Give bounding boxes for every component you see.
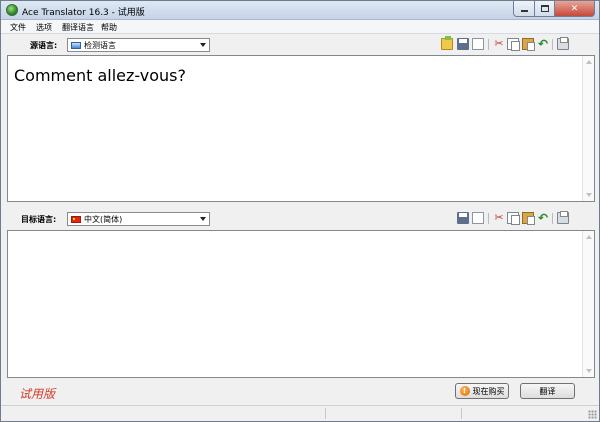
source-toolbar: ✂ ↶	[441, 36, 571, 52]
menu-translate-language[interactable]: 翻译语言	[62, 22, 94, 33]
source-text-area[interactable]: Comment allez-vous?	[7, 55, 595, 202]
minimize-icon	[520, 10, 528, 12]
target-language-label: 目标语言:	[21, 215, 57, 224]
app-globe-icon	[6, 4, 18, 16]
source-scrollbar[interactable]	[582, 56, 594, 201]
open-folder-icon[interactable]	[441, 36, 453, 50]
source-language-row: 源语言: 检测语言 ✂ ↶	[1, 35, 599, 55]
maximize-button[interactable]	[535, 1, 555, 17]
window-controls: ✕	[513, 1, 595, 18]
source-language-value: 检测语言	[84, 41, 116, 50]
cut-icon[interactable]: ✂	[493, 38, 505, 50]
copy-icon[interactable]	[507, 38, 520, 51]
target-toolbar: ✂ ↶	[457, 211, 571, 226]
buy-now-button[interactable]: ! 现在购买	[455, 383, 509, 399]
app-window: Ace Translator 16.3 - 试用版 ✕ 文件 选项 翻译语言 帮…	[0, 0, 600, 422]
menu-bar: 文件 选项 翻译语言 帮助	[1, 20, 599, 34]
source-text: Comment allez-vous?	[14, 66, 186, 85]
scroll-up-icon[interactable]	[586, 235, 592, 239]
translate-button[interactable]: 翻译	[520, 383, 575, 399]
print-icon[interactable]	[557, 37, 569, 50]
source-language-select[interactable]: 检测语言	[67, 38, 210, 52]
resize-grip-icon[interactable]	[588, 410, 597, 419]
paste-icon[interactable]	[522, 38, 535, 51]
toolbar-separator	[488, 213, 489, 224]
scroll-up-icon[interactable]	[586, 60, 592, 64]
target-language-value: 中文(简体)	[84, 215, 123, 224]
china-flag-icon	[71, 216, 81, 223]
toolbar-separator	[552, 39, 553, 50]
close-button[interactable]: ✕	[555, 1, 595, 17]
paste-icon[interactable]	[522, 212, 535, 225]
buy-now-label: 现在购买	[472, 386, 505, 396]
save-icon[interactable]	[457, 212, 469, 224]
trial-version-label: 试用版	[19, 387, 56, 401]
target-text-area[interactable]	[7, 230, 595, 378]
maximize-icon	[540, 5, 549, 12]
menu-help[interactable]: 帮助	[101, 22, 117, 33]
menu-file[interactable]: 文件	[10, 22, 26, 33]
status-separator	[461, 408, 462, 419]
status-bar	[1, 405, 599, 421]
target-language-row: 目标语言: 中文(简体) ✂ ↶	[1, 209, 599, 229]
window-title: Ace Translator 16.3 - 试用版	[22, 8, 145, 18]
chevron-down-icon	[200, 217, 206, 221]
target-language-select[interactable]: 中文(简体)	[67, 212, 210, 226]
menu-options[interactable]: 选项	[36, 22, 52, 33]
detect-language-icon	[71, 42, 81, 49]
title-bar[interactable]: Ace Translator 16.3 - 试用版 ✕	[1, 1, 599, 20]
scroll-down-icon[interactable]	[586, 369, 592, 373]
scroll-down-icon[interactable]	[586, 193, 592, 197]
buy-icon: !	[459, 386, 470, 396]
new-document-icon[interactable]	[472, 212, 484, 224]
status-separator	[325, 408, 326, 419]
toolbar-separator	[552, 213, 553, 224]
undo-icon[interactable]: ↶	[537, 212, 549, 224]
chevron-down-icon	[200, 43, 206, 47]
save-icon[interactable]	[457, 38, 469, 50]
source-language-label: 源语言:	[30, 41, 58, 50]
cut-icon[interactable]: ✂	[493, 212, 505, 224]
copy-icon[interactable]	[507, 212, 520, 225]
minimize-button[interactable]	[513, 1, 535, 17]
new-document-icon[interactable]	[472, 38, 484, 50]
translate-label: 翻译	[539, 386, 556, 396]
target-scrollbar[interactable]	[582, 231, 594, 377]
toolbar-separator	[488, 39, 489, 50]
undo-icon[interactable]: ↶	[537, 38, 549, 50]
print-icon[interactable]	[557, 211, 569, 224]
